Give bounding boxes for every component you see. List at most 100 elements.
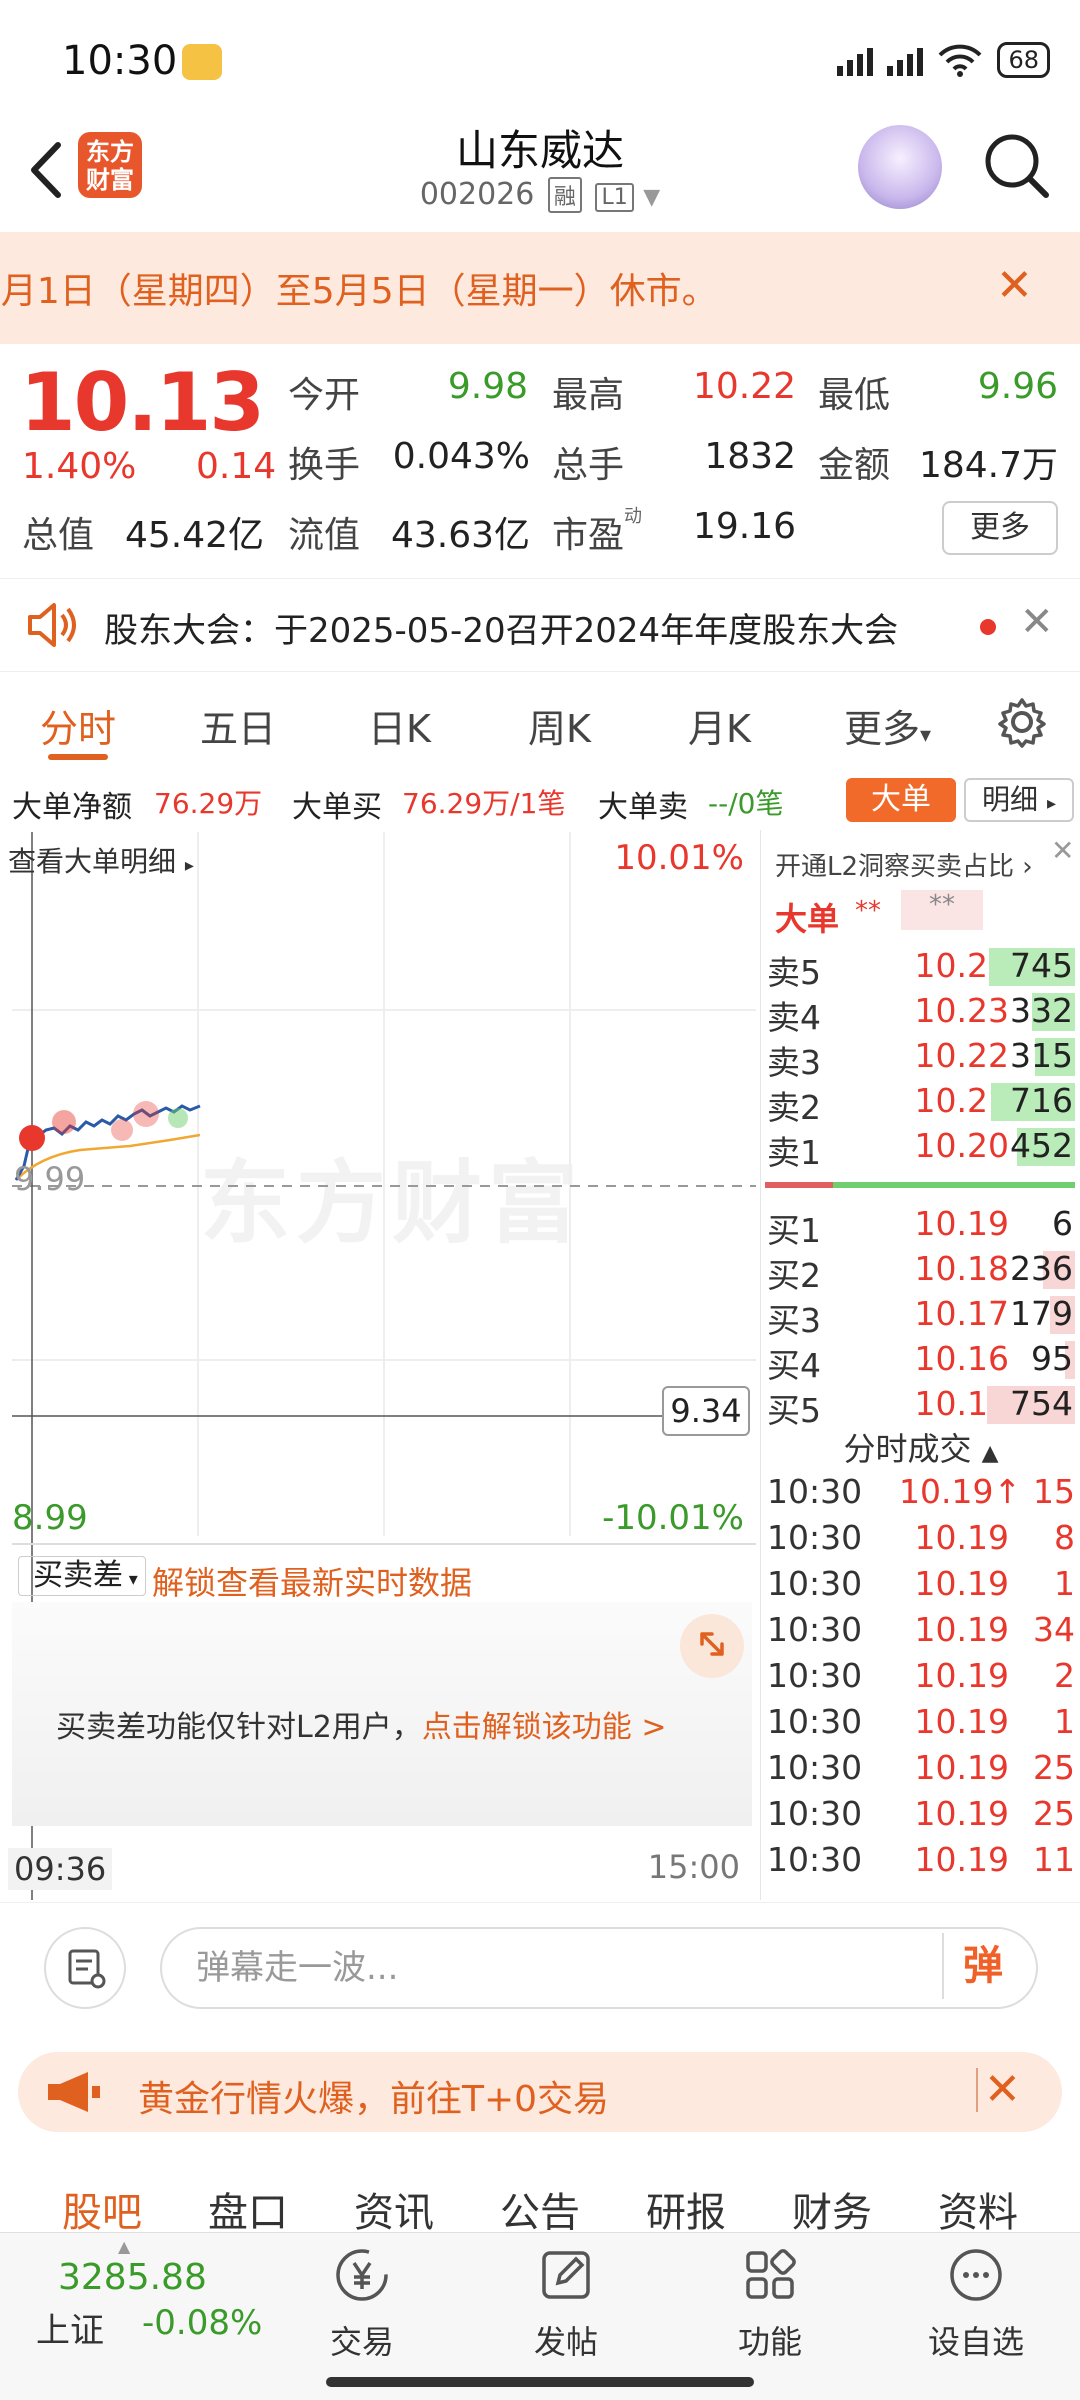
more-button[interactable]: 更多 xyxy=(942,501,1058,555)
tick-volume: 1 xyxy=(1054,1564,1075,1603)
close-icon[interactable]: ✕ xyxy=(1020,599,1054,645)
bid-row[interactable]: 买5 10.15 754 xyxy=(761,1382,1080,1430)
ask-row[interactable]: 卖2 10.21 716 xyxy=(761,1079,1080,1127)
open-label: 今开 xyxy=(288,375,361,416)
tab-more[interactable]: 更多▾ xyxy=(844,698,931,753)
ask-volume: 745 xyxy=(1010,946,1073,985)
close-icon[interactable]: ✕ xyxy=(984,2064,1021,2115)
tick-volume: 25 xyxy=(1033,1748,1075,1787)
danmu-input[interactable]: 弹幕走一波... xyxy=(160,1927,1038,2009)
nav-post[interactable]: 发帖 xyxy=(496,2245,636,2363)
big-order-masked-2: ** xyxy=(901,890,983,930)
bid-row[interactable]: 买2 10.18 236 xyxy=(761,1247,1080,1295)
document-icon[interactable] xyxy=(44,1927,126,2009)
bid-level: 买3 xyxy=(767,1301,821,1340)
ask-volume: 716 xyxy=(1010,1081,1073,1120)
high-label: 最高 xyxy=(552,375,625,416)
net-value: 76.29万 xyxy=(154,787,263,820)
ask-row[interactable]: 卖1 10.20 452 xyxy=(761,1124,1080,1172)
bid-row[interactable]: 买3 10.17 179 xyxy=(761,1292,1080,1340)
tick-title[interactable]: 分时成交 ▲ xyxy=(761,1424,1080,1470)
intraday-chart[interactable]: 东方财富 查看大单明细 ▸ 10.01% 9.99 9.34 8.99 -10.… xyxy=(0,830,758,1900)
margin-tag: 融 xyxy=(547,177,582,213)
limit-down-percent: -10.01% xyxy=(602,1498,744,1538)
tab-news[interactable]: 资讯 xyxy=(354,2180,434,2238)
nav-post-label: 发帖 xyxy=(533,2323,598,2361)
tab-monthly-k[interactable]: 月K xyxy=(688,698,751,753)
tab-weekly-k[interactable]: 周K xyxy=(528,698,591,753)
tick-time: 10:30 xyxy=(767,1610,863,1649)
change-percent: 1.40% xyxy=(22,446,137,487)
tick-volume: 2 xyxy=(1054,1656,1075,1695)
float-cap-value: 43.63亿 xyxy=(390,515,530,556)
bid-level: 买1 xyxy=(767,1211,821,1250)
pe-label: 市盈 xyxy=(552,515,625,556)
tab-research[interactable]: 研报 xyxy=(646,2180,726,2238)
nav-trade[interactable]: 交易 xyxy=(292,2245,432,2363)
chart-tabs: 分时 五日 日K 周K 月K 更多▾ xyxy=(0,674,1080,764)
expand-icon[interactable] xyxy=(680,1614,744,1678)
big-order-button[interactable]: 大单 xyxy=(846,778,956,822)
bid-volume: 6 xyxy=(1052,1204,1073,1243)
tab-announcements[interactable]: 公告 xyxy=(500,2180,580,2238)
tab-forum[interactable]: 股吧 xyxy=(62,2180,142,2238)
promo-banner[interactable]: 黄金行情火爆，前往T+0交易 ✕ xyxy=(18,2052,1062,2132)
l2-link-text: 开通L2洞察买卖占比 xyxy=(775,852,1015,882)
turnover-label: 换手 xyxy=(288,445,361,486)
low-label: 最低 xyxy=(818,375,891,416)
assistant-robot-icon[interactable] xyxy=(858,125,942,209)
tick-row: 10:30 10.19 8 xyxy=(761,1516,1080,1562)
ask-row[interactable]: 卖4 10.23 332 xyxy=(761,989,1080,1037)
search-icon[interactable] xyxy=(980,129,1052,201)
index-value[interactable]: 3285.88 xyxy=(58,2257,207,2298)
tick-volume: 25 xyxy=(1033,1794,1075,1833)
sort-up-icon: ▲ xyxy=(981,1441,999,1466)
tick-time: 10:30 xyxy=(767,1472,863,1511)
high-value: 10.22 xyxy=(692,366,796,407)
stock-header: 东方财富 山东威达 002026 融 L1 ▼ xyxy=(0,115,1080,230)
turnover-value: 0.043% xyxy=(392,436,530,477)
big-order-bar: 大单净额 76.29万 大单买 76.29万/1笔 大单卖 --/0笔 大单 明… xyxy=(0,768,1080,828)
edit-post-icon xyxy=(542,2251,590,2299)
bid-row[interactable]: 买1 10.19 6 xyxy=(761,1202,1080,1250)
tab-intraday[interactable]: 分时 xyxy=(40,698,116,753)
tick-price: 10.19 xyxy=(914,1610,1009,1649)
tick-row: 10:30 10.19 25 xyxy=(761,1792,1080,1838)
tab-profile[interactable]: 资料 xyxy=(938,2180,1018,2238)
l2-upgrade-link[interactable]: 开通L2洞察买卖占比 › xyxy=(775,846,1033,883)
tab-order-book[interactable]: 盘口 xyxy=(208,2180,288,2238)
chevron-down-icon: ▾ xyxy=(123,1569,138,1590)
bid-row[interactable]: 买4 10.16 95 xyxy=(761,1337,1080,1385)
ask-row[interactable]: 卖3 10.22 315 xyxy=(761,1034,1080,1082)
tick-price: 10.19 xyxy=(914,1518,1009,1557)
tab-finance[interactable]: 财务 xyxy=(792,2180,872,2238)
tick-volume: 1 xyxy=(1054,1702,1075,1741)
settings-gear-icon[interactable] xyxy=(996,696,1048,748)
tick-time: 10:30 xyxy=(767,1564,863,1603)
sell-label: 大单卖 xyxy=(598,790,688,825)
more-dots-icon xyxy=(950,2249,1002,2301)
tab-daily-k[interactable]: 日K xyxy=(368,698,431,753)
unlock-feature-link[interactable]: 点击解锁该功能 > xyxy=(422,1710,667,1745)
nav-watchlist[interactable]: 设自选 xyxy=(906,2245,1046,2363)
meeting-bar[interactable]: 股东大会：于2025-05-20召开2024年年度股东大会 ✕ xyxy=(0,578,1080,672)
spread-dropdown[interactable]: 买卖差 ▾ xyxy=(18,1556,146,1596)
tick-volume: 11 xyxy=(1033,1840,1075,1879)
bid-level: 买4 xyxy=(767,1346,821,1385)
unread-dot xyxy=(980,619,996,635)
time-start: 09:36 xyxy=(8,1848,113,1890)
comment-bar: 弹幕走一波... 弹 xyxy=(0,1902,1080,2032)
nav-features[interactable]: 功能 xyxy=(700,2245,840,2363)
view-big-order-detail[interactable]: 查看大单明细 ▸ xyxy=(8,840,194,880)
close-icon[interactable]: ✕ xyxy=(996,260,1033,311)
ask-row[interactable]: 卖5 10.24 745 xyxy=(761,944,1080,992)
detail-button[interactable]: 明细 ▸ xyxy=(964,778,1074,822)
tick-volume: 34 xyxy=(1033,1610,1075,1649)
close-icon[interactable]: ✕ xyxy=(1051,834,1074,867)
danmu-icon: 弹 xyxy=(942,1933,1022,1999)
chevron-down-icon: ▼ xyxy=(643,185,661,210)
view-detail-label: 查看大单明细 xyxy=(8,845,177,878)
tab-five-day[interactable]: 五日 xyxy=(200,698,276,753)
spread-label-text: 买卖差 xyxy=(33,1558,123,1593)
spread-unlock-link[interactable]: 解锁查看最新实时数据 xyxy=(152,1558,472,1604)
